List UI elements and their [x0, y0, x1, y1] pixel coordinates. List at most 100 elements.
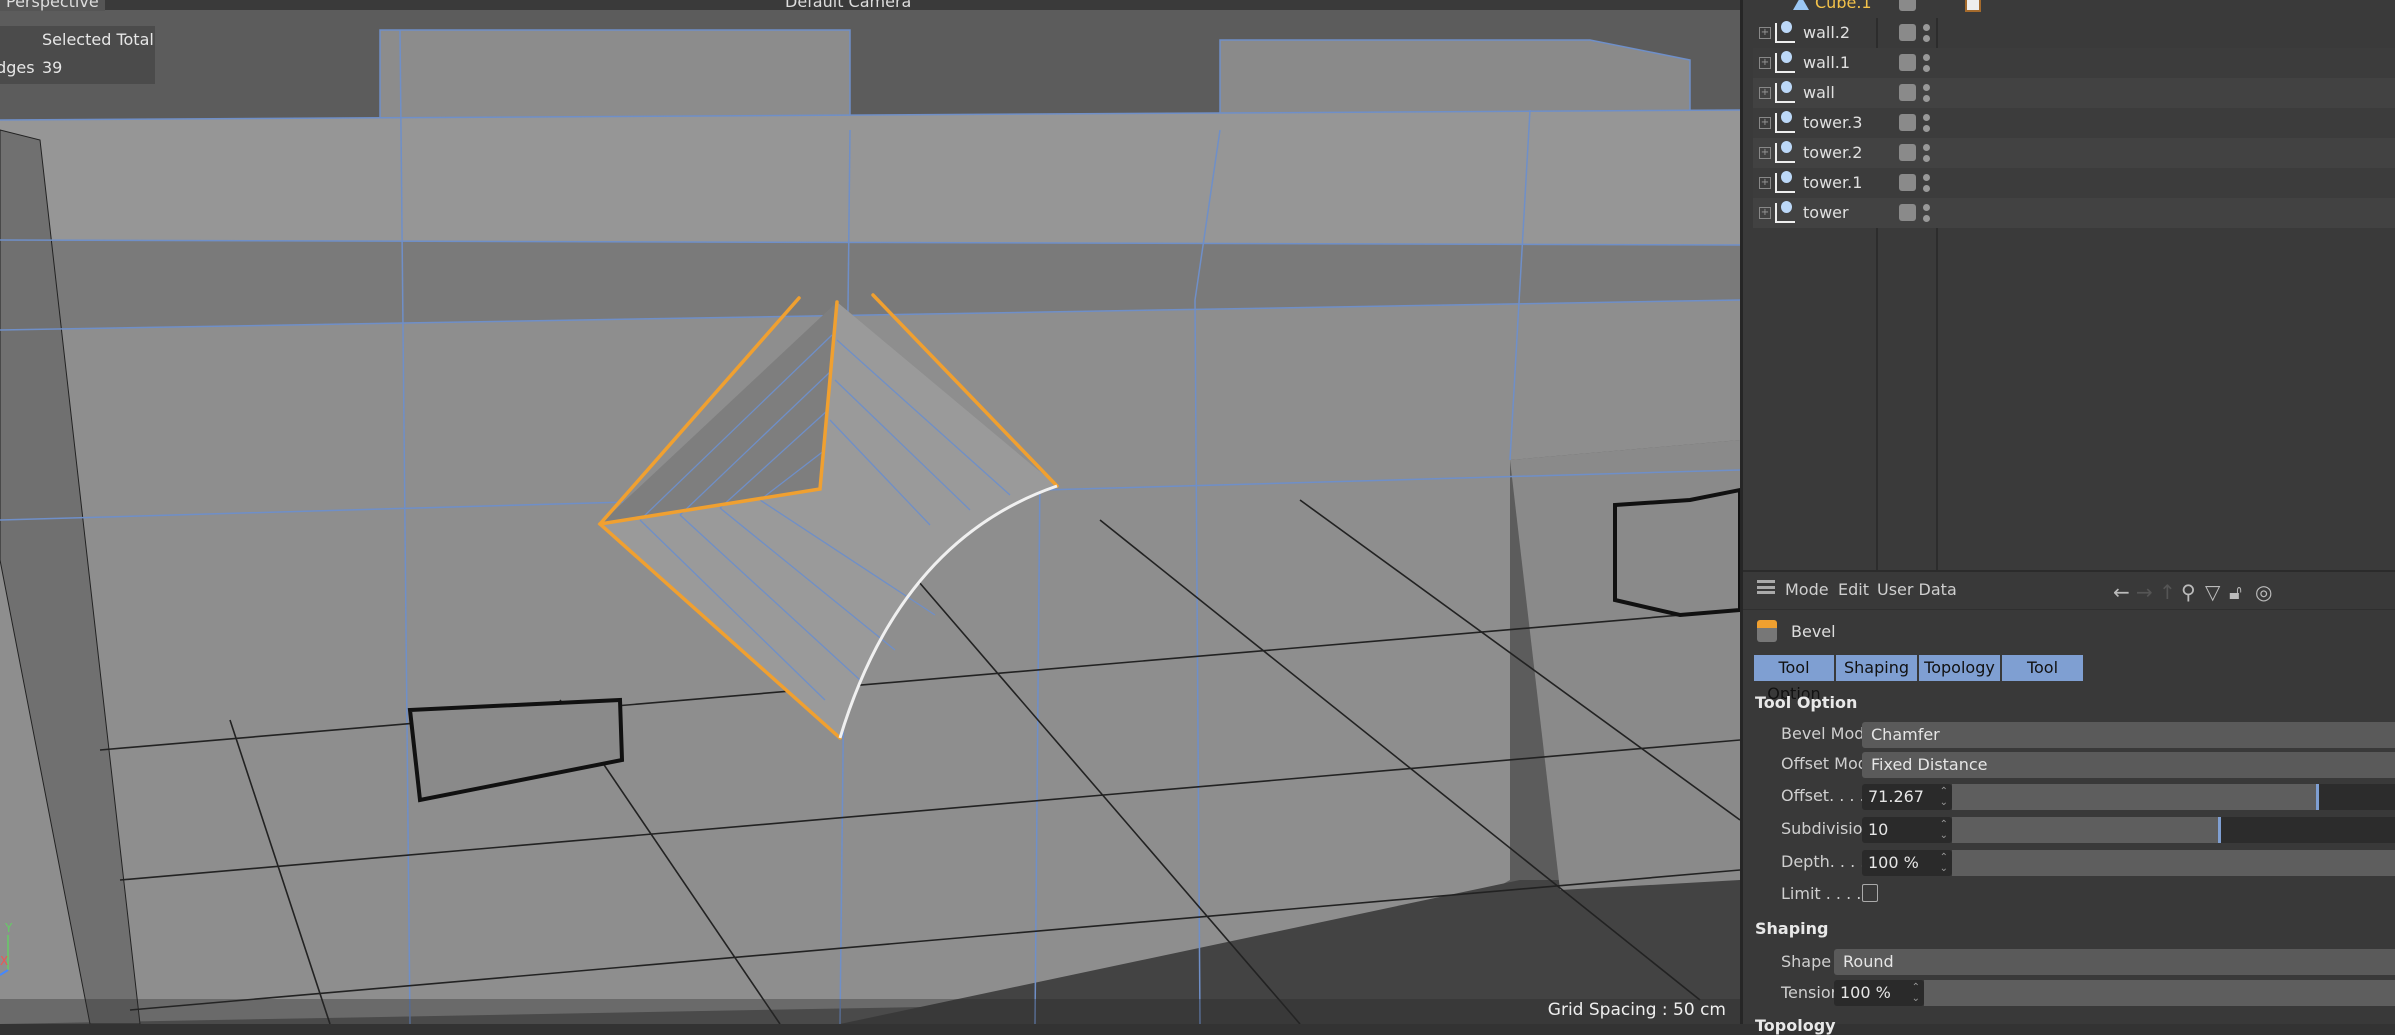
3d-viewport[interactable]: Y X Perspective Default Camera Selected … — [0, 0, 1740, 1024]
forward-arrow-icon[interactable]: → — [2136, 580, 2153, 604]
tension-input[interactable]: 100 % ⌃ ⌄ — [1834, 980, 1924, 1006]
projection-label[interactable]: Perspective — [0, 0, 105, 11]
edit-toggle-icon[interactable] — [1899, 54, 1916, 71]
slider-handle[interactable] — [2217, 817, 2221, 843]
object-row-wall[interactable]: + wall — [1753, 78, 2395, 108]
back-arrow-icon[interactable]: ← — [2113, 580, 2130, 604]
expand-icon[interactable]: + — [1759, 87, 1771, 99]
subdivision-slider[interactable] — [1952, 817, 2395, 843]
shape-dropdown[interactable]: Round — [1834, 949, 2395, 975]
attribute-manager: Mode Edit User Data ← → ↑ ⚲ ▽ 🔓︎ ◎ Bevel… — [1743, 570, 2395, 1035]
menu-mode[interactable]: Mode — [1785, 580, 1829, 599]
search-icon[interactable]: ⚲ — [2181, 580, 2196, 604]
expand-icon[interactable]: + — [1759, 27, 1771, 39]
edit-toggle-icon[interactable] — [1899, 114, 1916, 131]
axis-y-label: Y — [4, 921, 13, 935]
object-row-tower-2[interactable]: + tower.2 — [1753, 138, 2395, 168]
slider-handle[interactable] — [2315, 784, 2319, 810]
edit-toggle-icon[interactable] — [1899, 204, 1916, 221]
object-name: wall.2 — [1803, 23, 1851, 42]
up-arrow-icon[interactable]: ↑ — [2159, 580, 2176, 604]
hud-row-value: 39 — [42, 58, 63, 77]
lock-icon[interactable]: 🔓︎ — [2229, 580, 2242, 604]
object-row-wall-1[interactable]: + wall.1 — [1753, 48, 2395, 78]
limit-label: Limit . . . . — [1781, 884, 1862, 903]
object-row-tower[interactable]: + tower — [1753, 198, 2395, 228]
visibility-dots-icon[interactable] — [1923, 142, 1930, 164]
depth-slider[interactable] — [1952, 850, 2395, 876]
bevel-mode-label: Bevel Mode — [1781, 724, 1875, 743]
section-shaping: Shaping — [1755, 919, 1829, 938]
filter-icon[interactable]: ▽ — [2205, 580, 2220, 604]
edit-toggle-icon[interactable] — [1899, 24, 1916, 41]
slider-track-empty — [2317, 784, 2395, 810]
selection-hud: Selected Total Edges 39 — [0, 26, 155, 84]
object-row-wall-2[interactable]: + wall.2 — [1753, 18, 2395, 48]
polygon-icon — [1793, 0, 1809, 10]
null-object-icon — [1775, 201, 1795, 223]
bevel-tool-icon — [1757, 620, 1777, 642]
limit-checkbox[interactable] — [1862, 884, 1878, 902]
object-name: tower.2 — [1803, 143, 1863, 162]
depth-input[interactable]: 100 % ⌃ ⌄ — [1862, 850, 1952, 876]
expand-icon[interactable]: + — [1759, 177, 1771, 189]
visibility-dots-icon[interactable] — [1923, 22, 1930, 44]
tension-slider[interactable] — [1924, 980, 2395, 1006]
grid-spacing-label: Grid Spacing : 50 cm — [1547, 1000, 1726, 1020]
expand-icon[interactable]: + — [1759, 117, 1771, 129]
menu-edit[interactable]: Edit — [1838, 580, 1869, 599]
object-row-tower-1[interactable]: + tower.1 — [1753, 168, 2395, 198]
object-manager: Cube.1 + wall.2 + wall.1 + wall + tower.3 + t… — [1743, 0, 2395, 570]
tab-shaping[interactable]: Shaping — [1836, 655, 1917, 681]
offset-input[interactable]: 71.267 cm⌃⌄ — [1862, 784, 1952, 832]
right-panel: Cube.1 + wall.2 + wall.1 + wall + tower.3 + t… — [1740, 0, 2395, 1035]
stepper-icon[interactable]: ⌃ ⌄ — [1940, 819, 1948, 841]
hamburger-menu-icon[interactable] — [1757, 580, 1775, 594]
tool-title: Bevel — [1791, 622, 1836, 641]
visibility-dots-icon[interactable] — [1923, 172, 1930, 194]
tab-tool[interactable]: Tool — [2002, 655, 2083, 681]
edit-toggle-icon[interactable] — [1899, 84, 1916, 101]
expand-icon[interactable]: + — [1759, 147, 1771, 159]
wall-top-band — [0, 110, 1740, 245]
camera-label[interactable]: Default Camera — [785, 0, 911, 11]
visibility-dots-icon[interactable] — [1923, 52, 1930, 74]
visibility-dots-icon[interactable] — [1923, 202, 1930, 224]
section-topology: Topology — [1755, 1016, 1836, 1035]
null-object-icon — [1775, 81, 1795, 103]
visibility-dots-icon[interactable] — [1923, 82, 1930, 104]
stepper-icon[interactable]: ⌃ ⌄ — [1912, 982, 1920, 1004]
object-name: tower — [1803, 203, 1849, 222]
object-name: Cube.1 — [1815, 0, 1872, 12]
menu-user-data[interactable]: User Data — [1877, 580, 1957, 599]
edit-toggle-icon[interactable] — [1899, 0, 1916, 11]
object-row-cube-1[interactable]: Cube.1 — [1753, 0, 2395, 18]
bevel-mode-dropdown[interactable]: Chamfer — [1862, 722, 2395, 748]
stepper-icon[interactable]: ⌃ ⌄ — [1940, 786, 1948, 808]
stepper-icon[interactable]: ⌃ ⌄ — [1940, 852, 1948, 874]
slider-track-empty — [2219, 817, 2395, 843]
null-object-icon — [1775, 21, 1795, 43]
tension-label: Tension — [1781, 983, 1841, 1002]
expand-icon[interactable]: + — [1759, 57, 1771, 69]
visibility-dots-icon[interactable] — [1923, 112, 1930, 134]
edit-toggle-icon[interactable] — [1899, 144, 1916, 161]
offset-slider[interactable] — [1952, 784, 2395, 810]
material-tag-icon[interactable] — [1965, 0, 1981, 12]
tab-tool-option[interactable]: Tool Option — [1754, 655, 1834, 703]
null-object-icon — [1775, 171, 1795, 193]
expand-icon[interactable]: + — [1759, 207, 1771, 219]
new-panel-icon[interactable]: ◎ — [2255, 580, 2272, 604]
object-name: wall — [1803, 83, 1835, 102]
subdivision-value: 10 — [1868, 820, 1889, 839]
offset-label: Offset. . . . — [1781, 786, 1865, 805]
shape-label: Shape — [1781, 952, 1832, 971]
scene-canvas[interactable]: Y X — [0, 0, 1740, 1024]
hud-header: Selected Total — [42, 30, 154, 49]
subdivision-input[interactable]: 10 ⌃ ⌄ — [1862, 817, 1952, 843]
offset-mode-dropdown[interactable]: Fixed Distance — [1862, 752, 2395, 778]
box-object — [1613, 487, 1740, 618]
object-row-tower-3[interactable]: + tower.3 — [1753, 108, 2395, 138]
edit-toggle-icon[interactable] — [1899, 174, 1916, 191]
tab-topology[interactable]: Topology — [1919, 655, 2000, 681]
